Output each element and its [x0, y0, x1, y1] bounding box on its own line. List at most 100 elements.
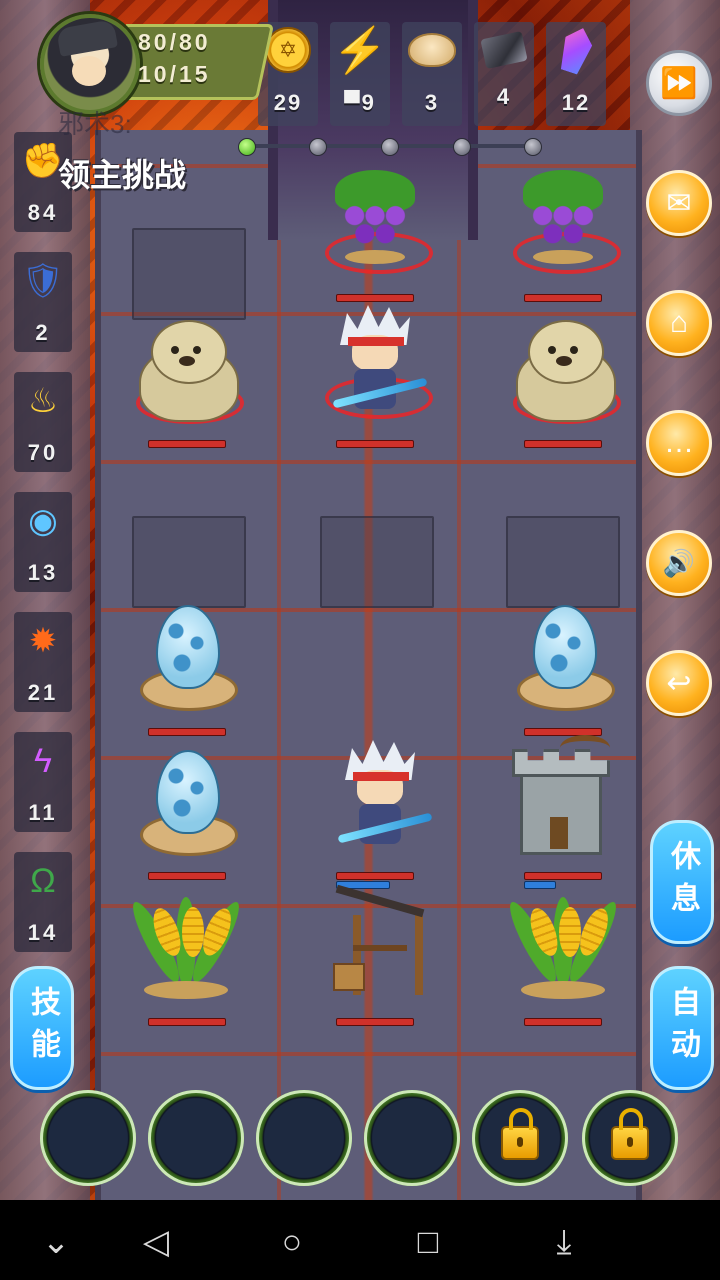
stat-value: 11 [28, 800, 58, 825]
crossbow-tower[interactable] [500, 735, 620, 855]
monster-egg[interactable] [503, 600, 623, 720]
hp-bar [524, 1018, 602, 1026]
pump-icon [325, 884, 435, 1005]
hp-bar [148, 872, 226, 880]
fire-burst-icon: ✹ [28, 622, 58, 660]
rest-button[interactable]: 休息 [650, 820, 714, 944]
monster-egg[interactable] [126, 600, 246, 720]
progress-dot [453, 138, 471, 156]
skill-slot-2[interactable] [148, 1090, 244, 1186]
flame-spirit-icon: ♨ [27, 382, 59, 420]
stat-defense: 🛡 2 [14, 248, 72, 356]
egg-icon [138, 750, 238, 860]
player-action-points: 10/15 [138, 61, 211, 87]
fast-forward-button[interactable]: ⏩ [646, 50, 712, 116]
fast-forward-icon: ⏩ [660, 66, 698, 100]
recents-square-icon[interactable]: □ [404, 1222, 452, 1262]
puppy-monster[interactable] [503, 310, 623, 430]
grape-plant[interactable] [503, 160, 623, 280]
stat-value: 21 [27, 680, 59, 705]
grid-cell[interactable] [132, 228, 246, 320]
stat-value: 84 [27, 200, 59, 225]
crystal-icon [552, 26, 600, 74]
ore-icon [480, 26, 528, 74]
progress-dot [238, 138, 256, 156]
hp-bar [148, 440, 226, 448]
puppy-monster[interactable] [126, 310, 246, 430]
auto-button[interactable]: 自动 [650, 966, 714, 1090]
resource-crystal[interactable]: 12 [546, 22, 606, 126]
resource-ore[interactable]: 4 [474, 22, 534, 126]
hp-bar [148, 728, 226, 736]
hp-bar [524, 872, 602, 880]
swordsman-icon [320, 305, 430, 425]
grid-cell[interactable] [320, 516, 434, 608]
face-icon [72, 56, 106, 86]
chat-icon: … [664, 426, 694, 459]
grid-cell[interactable] [132, 516, 246, 608]
skill-slot-3[interactable] [256, 1090, 352, 1186]
lightning-strike-icon: ϟ [34, 741, 52, 780]
stat-spirit: ♨ 70 [14, 368, 72, 476]
hp-bar [524, 294, 602, 302]
return-button[interactable]: ↩ [646, 650, 712, 716]
sound-button[interactable]: 🔊 [646, 530, 712, 596]
notification-pull-icon[interactable]: ⤓ [540, 1222, 588, 1262]
home-icon: ⌂ [669, 306, 689, 339]
lightning-icon: ⚡ [332, 26, 388, 75]
skill-slot-4[interactable] [364, 1090, 460, 1186]
swordsman-icon [325, 740, 435, 860]
hat-icon [56, 19, 118, 57]
grid-cell[interactable] [506, 516, 620, 608]
stat-luck: Ω 14 [14, 848, 72, 956]
skill-slot-6-locked[interactable] [582, 1090, 678, 1186]
skill-slot-5-locked[interactable] [472, 1090, 568, 1186]
lock-icon [501, 1108, 539, 1160]
resource-energy[interactable]: ⚡ ▀9 [330, 22, 390, 126]
grape-plant[interactable] [315, 160, 435, 280]
player-hero[interactable] [320, 740, 440, 860]
oil-pump[interactable] [320, 884, 440, 1005]
player-hp: 80/80 [138, 29, 211, 55]
skill-button[interactable]: 技能 [10, 966, 74, 1090]
monster-egg[interactable] [126, 745, 246, 865]
ore-count: 4 [496, 84, 512, 109]
skill-slot-1[interactable] [40, 1090, 136, 1186]
stat-lightning: ϟ 11 [14, 728, 72, 836]
enemy-hero[interactable] [315, 305, 435, 425]
corn-icon [126, 885, 246, 1005]
mail-button[interactable]: ✉ [646, 170, 712, 236]
stat-fire: ✹ 21 [14, 608, 72, 716]
level-subtitle: 邪术3: [58, 109, 132, 139]
home-circle-icon[interactable]: ○ [268, 1222, 316, 1262]
stat-value: 13 [27, 560, 59, 585]
grape-icon [515, 170, 611, 270]
corn-plant[interactable] [503, 885, 623, 1005]
bun-icon [408, 26, 456, 74]
chat-button[interactable]: … [646, 410, 712, 476]
tower-icon [500, 735, 620, 855]
progress-dot [381, 138, 399, 156]
hp-bar [336, 872, 414, 880]
home-button[interactable]: ⌂ [646, 290, 712, 356]
progress-dot [524, 138, 542, 156]
egg-icon [515, 605, 615, 715]
back-triangle-icon[interactable]: ◁ [132, 1222, 180, 1262]
hp-bar [148, 1018, 226, 1026]
mail-icon: ✉ [666, 186, 692, 220]
coin-count: 29 [273, 90, 303, 115]
chevron-down-icon[interactable]: ⌄ [32, 1222, 80, 1262]
stat-wind: ◉ 13 [14, 488, 72, 596]
crystal-count: 12 [561, 90, 591, 115]
resource-bun[interactable]: 3 [402, 22, 462, 126]
corn-plant[interactable] [126, 885, 246, 1005]
stat-value: 70 [27, 440, 59, 465]
stat-value: 14 [27, 920, 59, 945]
bun-count: 3 [424, 90, 440, 115]
progress-dot [309, 138, 327, 156]
egg-icon [138, 605, 238, 715]
hp-bar [336, 1018, 414, 1026]
player-avatar[interactable] [40, 14, 140, 114]
lock-icon [611, 1108, 649, 1160]
corn-icon [503, 885, 623, 1005]
